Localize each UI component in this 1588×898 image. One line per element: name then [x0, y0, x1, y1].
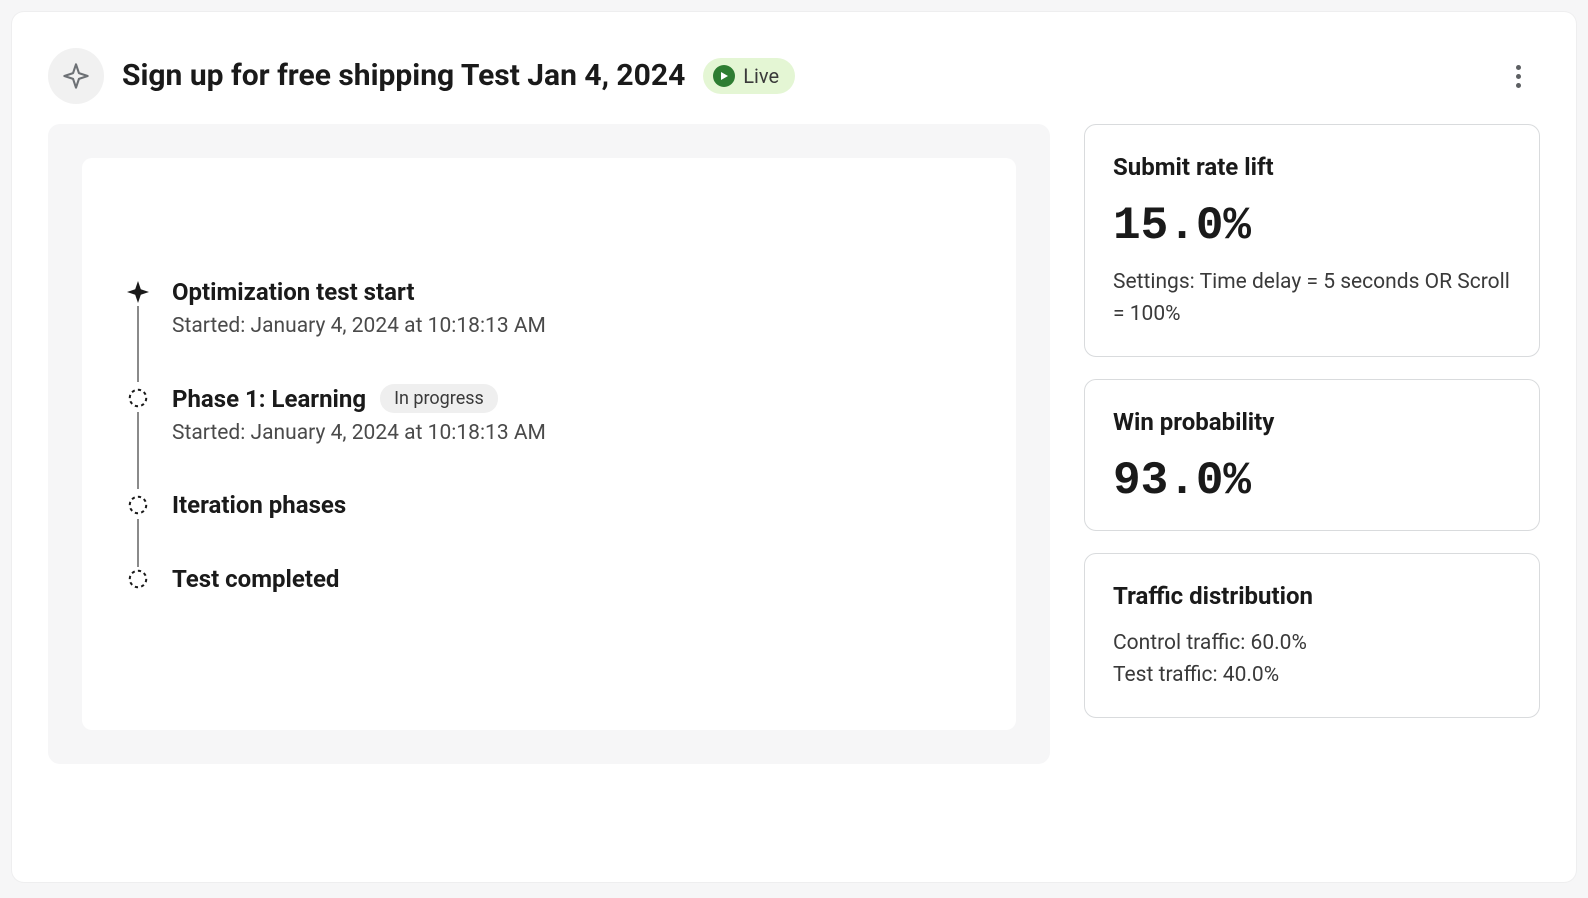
stat-description: Settings: Time delay = 5 seconds OR Scro…: [1113, 267, 1511, 330]
timeline-item-phase1: Phase 1: Learning In progress Started: J…: [126, 384, 972, 491]
more-actions-button[interactable]: [1496, 54, 1540, 98]
traffic-test-line: Test traffic: 40.0%: [1113, 660, 1511, 692]
content-area: Optimization test start Started: January…: [12, 124, 1576, 800]
timeline-card: Optimization test start Started: January…: [82, 158, 1016, 730]
timeline-item-iteration: Iteration phases: [126, 491, 972, 565]
stat-label: Win probability: [1113, 408, 1511, 436]
header-icon-circle: [48, 48, 104, 104]
timeline-item-start: Optimization test start Started: January…: [126, 278, 972, 384]
timeline-item-title: Test completed: [172, 565, 339, 593]
in-progress-badge: In progress: [380, 384, 498, 413]
play-icon: [713, 65, 735, 87]
stat-label: Submit rate lift: [1113, 153, 1511, 181]
pending-marker-icon: [126, 386, 150, 410]
traffic-control-line: Control traffic: 60.0%: [1113, 628, 1511, 660]
timeline-connector: [137, 519, 139, 567]
timeline-item-subtitle: Started: January 4, 2024 at 10:18:13 AM: [172, 314, 972, 338]
page-header: Sign up for free shipping Test Jan 4, 20…: [12, 12, 1576, 124]
submit-rate-card: Submit rate lift 15.0% Settings: Time de…: [1084, 124, 1540, 357]
timeline-item-subtitle: Started: January 4, 2024 at 10:18:13 AM: [172, 421, 972, 445]
status-badge-live: Live: [703, 58, 795, 94]
stat-value: 15.0%: [1113, 203, 1511, 249]
sparkle-icon: [62, 62, 90, 90]
stats-panel: Submit rate lift 15.0% Settings: Time de…: [1084, 124, 1540, 764]
timeline-item-title: Phase 1: Learning: [172, 385, 366, 413]
sparkle-marker-icon: [126, 280, 150, 304]
timeline: Optimization test start Started: January…: [126, 278, 972, 593]
page-title: Sign up for free shipping Test Jan 4, 20…: [122, 58, 685, 94]
win-probability-card: Win probability 93.0%: [1084, 379, 1540, 531]
timeline-item-completed: Test completed: [126, 565, 972, 593]
pending-marker-icon: [126, 567, 150, 591]
timeline-item-title: Optimization test start: [172, 278, 414, 306]
timeline-connector: [137, 306, 139, 382]
page-container: Sign up for free shipping Test Jan 4, 20…: [12, 12, 1576, 882]
stat-label: Traffic distribution: [1113, 582, 1511, 610]
timeline-connector: [137, 412, 139, 489]
status-badge-label: Live: [743, 64, 779, 88]
stat-value: 93.0%: [1113, 458, 1511, 504]
timeline-panel: Optimization test start Started: January…: [48, 124, 1050, 764]
more-vertical-icon: [1516, 65, 1521, 88]
timeline-item-title: Iteration phases: [172, 491, 346, 519]
pending-marker-icon: [126, 493, 150, 517]
traffic-distribution-card: Traffic distribution Control traffic: 60…: [1084, 553, 1540, 718]
